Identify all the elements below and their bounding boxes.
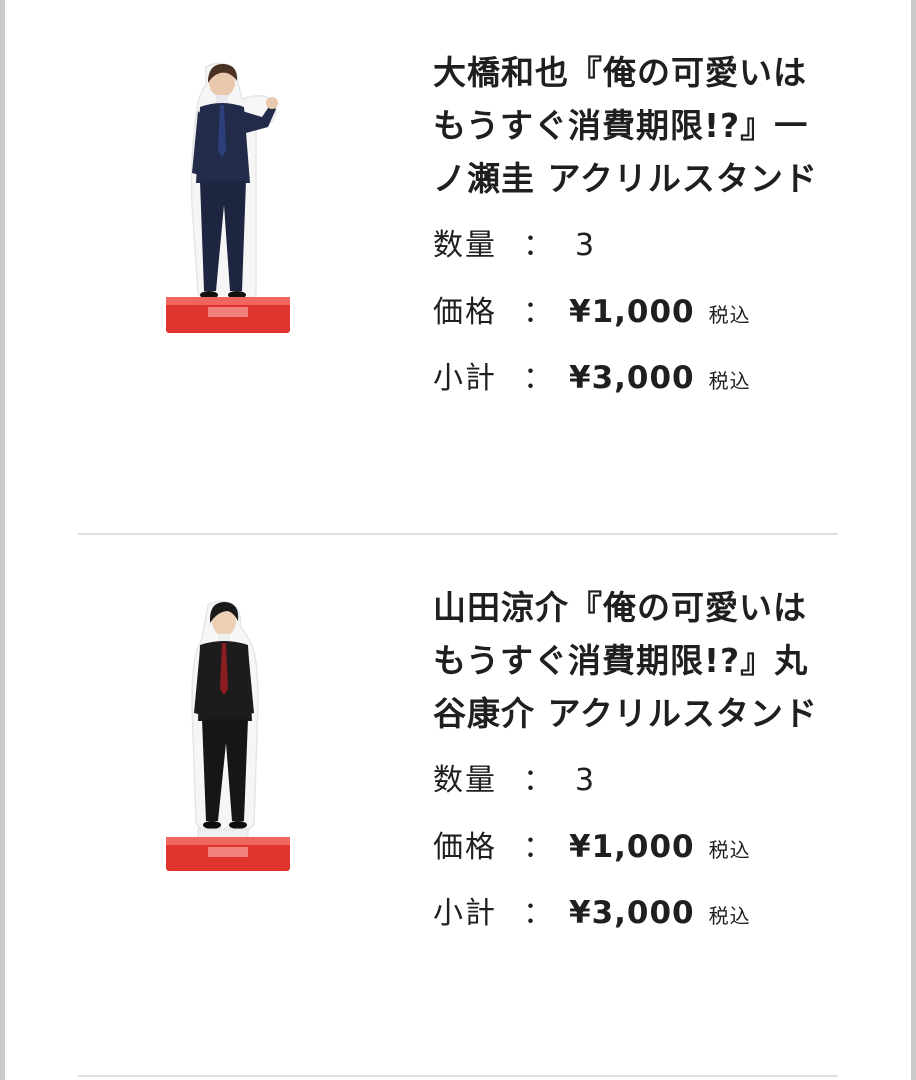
price-row: 価格 ： ¥1,000 税込 (433, 814, 833, 880)
price-value: ¥1,000 (569, 829, 695, 865)
product-title-link[interactable]: 大橋和也『俺の可愛いはもうすぐ消費期限!?』一ノ瀬圭 アクリルスタンド (433, 46, 833, 205)
price-label: 価格 (433, 295, 497, 330)
price-value: ¥1,000 (569, 294, 695, 330)
quantity-label: 数量 (433, 228, 497, 263)
colon: ： (523, 830, 553, 865)
tax-included-label: 税込 (708, 838, 751, 862)
subtotal-value: ¥3,000 (569, 895, 695, 931)
quantity-label: 数量 (433, 763, 497, 798)
right-frame-border (911, 0, 916, 1080)
quantity-row: 数量 ： 3 (433, 748, 833, 814)
colon: ： (523, 361, 553, 396)
product-image-acrylic-stand[interactable] (158, 55, 298, 345)
product-info: 山田涼介『俺の可愛いはもうすぐ消費期限!?』丸谷康介 アクリルスタンド 数量 ：… (433, 581, 833, 946)
subtotal-label: 小計 (433, 896, 497, 931)
colon: ： (523, 228, 553, 263)
colon: ： (523, 763, 553, 798)
price-row: 価格 ： ¥1,000 税込 (433, 279, 833, 345)
subtotal-value: ¥3,000 (569, 360, 695, 396)
acrylic-stand-figure-illustration (166, 600, 290, 871)
subtotal-row: 小計 ： ¥3,000 税込 (433, 880, 833, 946)
product-title-link[interactable]: 山田涼介『俺の可愛いはもうすぐ消費期限!?』丸谷康介 アクリルスタンド (433, 581, 833, 740)
left-frame-border (0, 0, 5, 1080)
price-label: 価格 (433, 830, 497, 865)
tax-included-label: 税込 (708, 369, 751, 393)
acrylic-stand-figure-illustration (166, 62, 290, 333)
subtotal-label: 小計 (433, 361, 497, 396)
tax-included-label: 税込 (708, 303, 751, 327)
quantity-value: 3 (575, 228, 595, 263)
product-image-acrylic-stand[interactable] (158, 593, 298, 883)
tax-included-label: 税込 (708, 904, 751, 928)
colon: ： (523, 295, 553, 330)
cart-item: 山田涼介『俺の可愛いはもうすぐ消費期限!?』丸谷康介 アクリルスタンド 数量 ：… (78, 535, 838, 1077)
subtotal-row: 小計 ： ¥3,000 税込 (433, 345, 833, 411)
quantity-row: 数量 ： 3 (433, 213, 833, 279)
colon: ： (523, 896, 553, 931)
cart-item: 大橋和也『俺の可愛いはもうすぐ消費期限!?』一ノ瀬圭 アクリルスタンド 数量 ：… (78, 0, 838, 535)
product-info: 大橋和也『俺の可愛いはもうすぐ消費期限!?』一ノ瀬圭 アクリルスタンド 数量 ：… (433, 46, 833, 411)
quantity-value: 3 (575, 763, 595, 798)
cart-item-list: 大橋和也『俺の可愛いはもうすぐ消費期限!?』一ノ瀬圭 アクリルスタンド 数量 ：… (78, 0, 838, 1077)
